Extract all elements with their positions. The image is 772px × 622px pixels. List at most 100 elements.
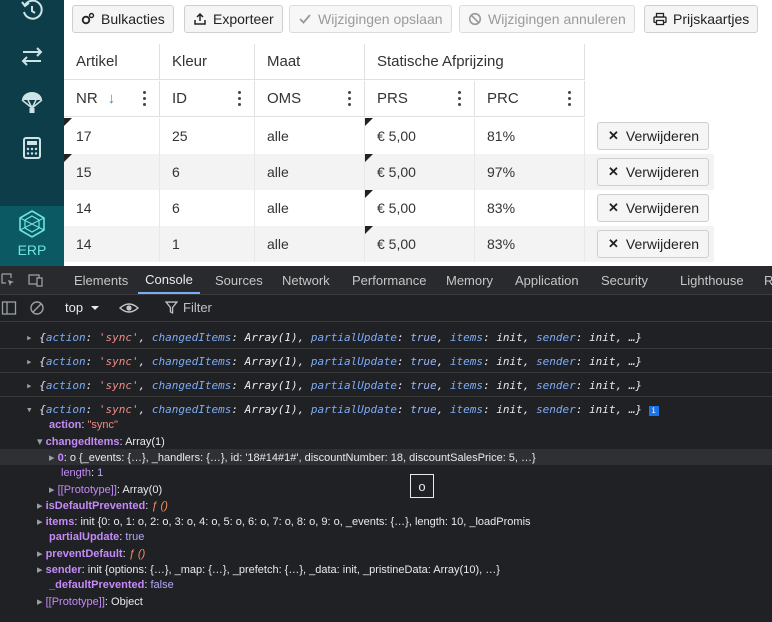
history-icon [21,0,43,20]
prop-action: action: "sync" [49,419,118,431]
filter-input[interactable]: Filter [183,300,212,315]
tab-network[interactable]: Network [282,266,330,294]
cell-nr[interactable]: 14 [64,226,160,262]
export-label: Exporteer [213,11,274,27]
prop-array-prototype[interactable]: ▸ [[Prototype]]: Array(0) [49,483,162,496]
cancel-changes-button[interactable]: Wijzigingen annuleren [459,5,635,33]
prop-sender[interactable]: ▸ sender: init {options: {…}, _map: {…},… [37,563,500,576]
cell-nr[interactable]: 15 [64,154,160,190]
cell-prc[interactable]: 97% [475,154,585,190]
eye-icon[interactable] [119,300,139,316]
column-menu-icon[interactable] [143,91,147,107]
cell-prs[interactable]: € 5,00 [365,190,475,226]
gears-icon [81,12,95,25]
tab-console[interactable]: Console [138,266,200,294]
sidebar-item-parachute[interactable] [0,82,64,122]
bulk-actions-button[interactable]: Bulkacties [72,5,174,33]
cell-prs[interactable]: € 5,00 [365,226,475,262]
table-row[interactable]: 14 1 alle € 5,00 83% ✕ Verwijderen [64,226,714,262]
delete-row-button[interactable]: ✕ Verwijderen [597,158,710,186]
cell-nr[interactable]: 14 [64,190,160,226]
sidebar-toggle-icon[interactable] [1,300,17,316]
cell-prc[interactable]: 83% [475,226,585,262]
tab-lighthouse[interactable]: Lighthouse [680,266,744,294]
cell-id[interactable]: 1 [160,226,255,262]
column-header-oms[interactable]: OMS [255,81,365,117]
group-header-maat: Maat [255,44,365,80]
cell-id[interactable]: 6 [160,190,255,226]
console-log-entry[interactable]: ▸ {action: 'sync', changedItems: Array(1… [0,373,772,397]
inspect-element-icon[interactable] [0,272,16,288]
table-row[interactable]: 17 25 alle € 5,00 81% ✕ Verwijderen [64,118,714,154]
console-log-expanded[interactable]: ▾ {action: 'sync', changedItems: Array(1… [26,403,659,416]
prop-changed-items[interactable]: ▾ changedItems: Array(1) [37,435,165,448]
console-toolbar: top Filter [0,295,772,322]
close-icon: ✕ [608,236,619,251]
price-tags-label: Prijskaartjes [673,11,750,27]
column-menu-icon[interactable] [238,91,242,107]
tab-sources[interactable]: Sources [215,266,263,294]
cell-oms[interactable]: alle [255,190,365,226]
delete-row-button[interactable]: ✕ Verwijderen [597,122,710,150]
table-row[interactable]: 14 6 alle € 5,00 83% ✕ Verwijderen [64,190,714,226]
table-row[interactable]: 15 6 alle € 5,00 97% ✕ Verwijderen [64,154,714,190]
cell-oms[interactable]: alle [255,154,365,190]
tab-memory[interactable]: Memory [446,266,493,294]
delete-row-button[interactable]: ✕ Verwijderen [597,194,710,222]
sidebar-item-swap[interactable] [0,36,64,76]
save-changes-button[interactable]: Wijzigingen opslaan [289,5,452,33]
upload-icon [194,12,206,25]
prop-items[interactable]: ▸ items: init {0: o, 1: o, 2: o, 3: o, 4… [37,515,531,528]
prop-partial-update: partialUpdate: true [49,531,145,543]
tab-performance[interactable]: Performance [352,266,426,294]
tab-application[interactable]: Application [515,266,579,294]
column-header-nr[interactable]: NR ↓ [64,81,160,117]
chevron-down-icon[interactable] [90,303,100,313]
console-log-entry[interactable]: ▸ {action: 'sync', changedItems: Array(1… [0,349,772,373]
console-log-entry[interactable]: ▸ {action: 'sync', changedItems: Array(1… [0,325,772,349]
prop-is-default-prevented[interactable]: ▸ isDefaultPrevented: ƒ () [37,499,168,512]
sort-descending-icon[interactable]: ↓ [108,90,116,107]
column-header-id[interactable]: ID [160,81,255,117]
prop-item-0[interactable]: ▸ 0: o {_events: {…}, _handlers: {…}, id… [49,451,536,464]
tab-more[interactable]: R [764,266,772,294]
column-header-oms-label: OMS [267,90,302,107]
column-menu-icon[interactable] [348,91,352,107]
cell-id[interactable]: 25 [160,118,255,154]
cell-oms[interactable]: alle [255,226,365,262]
sidebar-item-calculator[interactable] [0,128,64,168]
group-header-artikel: Artikel [64,44,160,80]
cell-prc[interactable]: 83% [475,190,585,226]
column-header-prs[interactable]: PRS [365,81,475,117]
cell-prs[interactable]: € 5,00 [365,154,475,190]
clear-console-icon[interactable] [29,300,45,316]
group-header-kleur: Kleur [160,44,255,80]
cell-id[interactable]: 6 [160,154,255,190]
prop-object-prototype[interactable]: ▸ [[Prototype]]: Object [37,595,143,608]
info-icon[interactable]: i [648,406,659,416]
column-header-prc[interactable]: PRC [475,81,585,117]
bulk-actions-label: Bulkacties [101,11,165,27]
parachute-icon [21,92,43,113]
column-menu-icon[interactable] [458,91,462,107]
context-selector[interactable]: top [65,300,83,315]
prop-default-prevented: _defaultPrevented: false [49,579,174,591]
prop-prevent-default[interactable]: ▸ preventDefault: ƒ () [37,547,145,560]
tab-elements[interactable]: Elements [74,266,128,294]
column-menu-icon[interactable] [568,91,572,107]
cell-prc[interactable]: 81% [475,118,585,154]
device-toolbar-icon[interactable] [28,272,44,288]
export-button[interactable]: Exporteer [184,5,283,33]
cell-nr[interactable]: 17 [64,118,160,154]
sidebar-item-history[interactable] [0,0,64,30]
tab-security[interactable]: Security [601,266,648,294]
prop-length: length: 1 [61,467,104,479]
delete-row-button[interactable]: ✕ Verwijderen [597,230,710,258]
cell-prs[interactable]: € 5,00 [365,118,475,154]
main-content: Bulkacties Exporteer Wijzigingen opslaan… [64,0,772,266]
erp-logo-block[interactable]: ERP [0,206,64,266]
price-tags-button[interactable]: Prijskaartjes [644,5,759,33]
check-icon [299,14,311,24]
cell-oms[interactable]: alle [255,118,365,154]
erp-label: ERP [17,242,47,258]
